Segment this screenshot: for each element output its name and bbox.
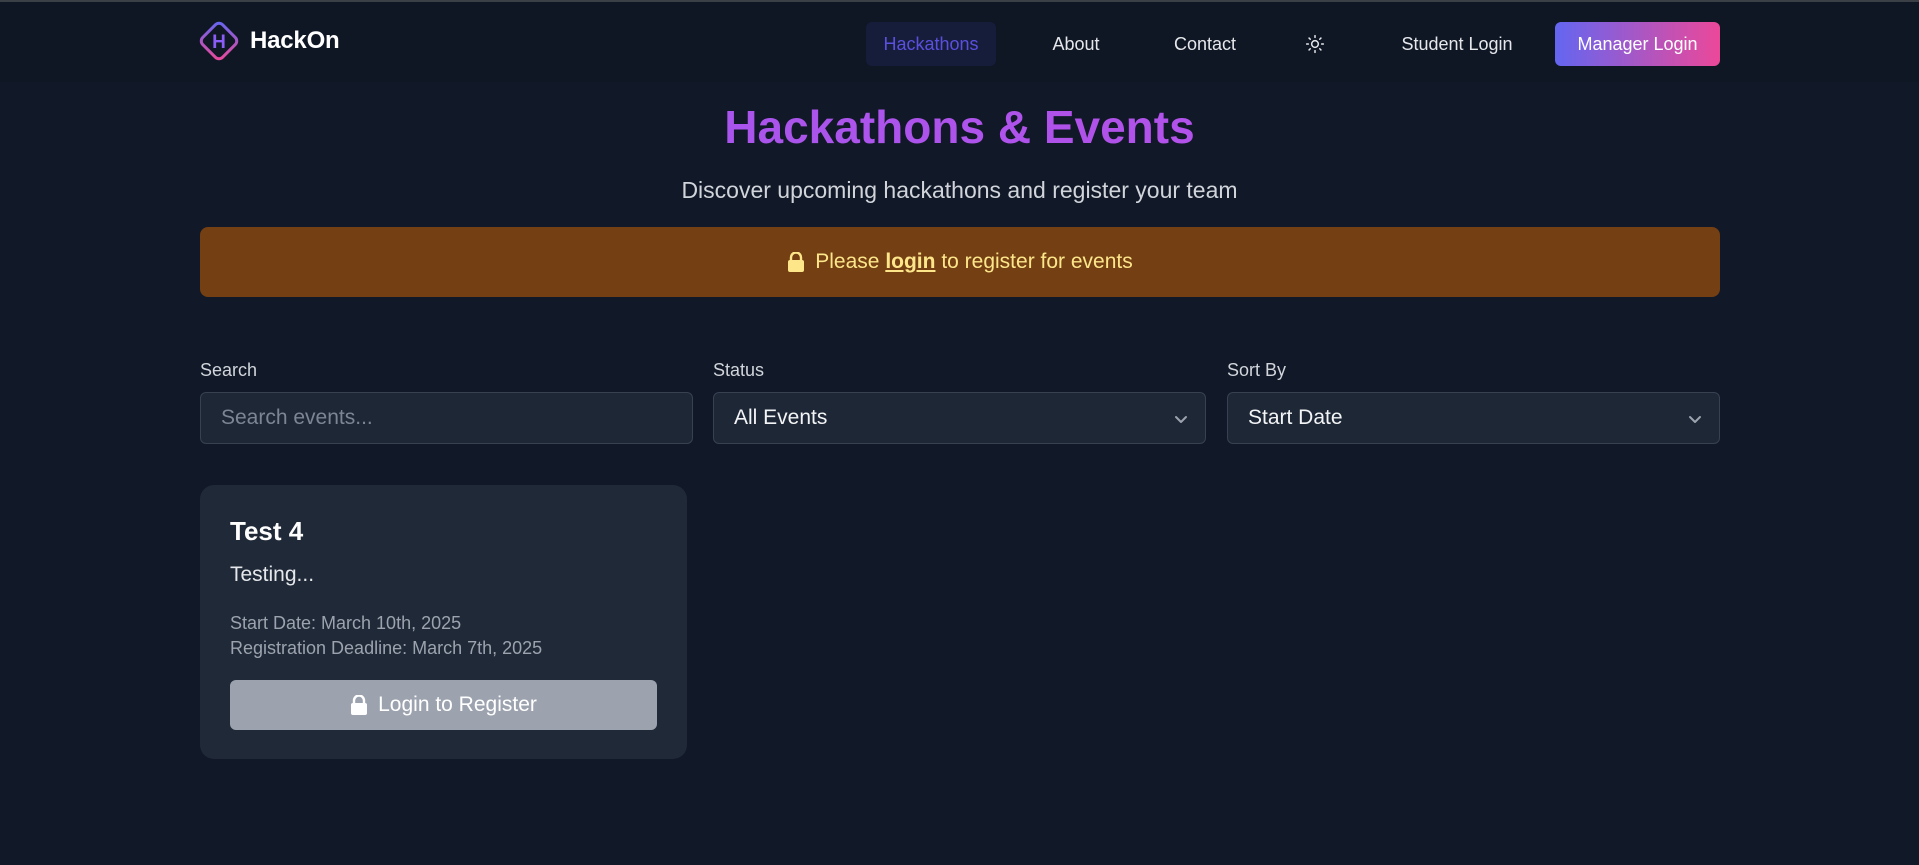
login-alert: Please login to register for events bbox=[200, 227, 1720, 297]
alert-suffix: to register for events bbox=[941, 250, 1133, 273]
event-card: Test 4 Testing... Start Date: March 10th… bbox=[200, 485, 687, 759]
status-select-value: All Events bbox=[734, 406, 828, 429]
page-subtitle: Discover upcoming hackathons and registe… bbox=[681, 177, 1238, 203]
sort-select[interactable]: Start Date bbox=[1227, 392, 1720, 444]
search-label: Search bbox=[200, 360, 258, 380]
search-input[interactable] bbox=[200, 392, 693, 444]
sun-icon bbox=[1305, 34, 1325, 54]
lock-icon bbox=[351, 695, 368, 715]
event-start-date: Start Date: March 10th, 2025 bbox=[230, 613, 462, 633]
alert-login-link[interactable]: login bbox=[885, 250, 935, 273]
nav-hackathons[interactable]: Hackathons bbox=[866, 22, 996, 66]
alert-prefix: Please bbox=[815, 250, 880, 273]
brand-name: HackOn bbox=[250, 27, 340, 54]
nav-contact[interactable]: Contact bbox=[1160, 22, 1250, 66]
chevron-down-icon bbox=[1689, 416, 1701, 423]
theme-toggle-button[interactable] bbox=[1298, 32, 1332, 56]
sort-select-value: Start Date bbox=[1248, 406, 1343, 429]
status-select[interactable]: All Events bbox=[713, 392, 1206, 444]
status-label: Status bbox=[713, 360, 765, 380]
manager-login-button[interactable]: Manager Login bbox=[1555, 22, 1720, 66]
page-title: Hackathons & Events bbox=[0, 97, 1919, 157]
event-description: Testing... bbox=[230, 563, 315, 586]
logo-letter: H bbox=[212, 32, 226, 53]
logo-icon: H bbox=[196, 18, 242, 64]
event-title: Test 4 bbox=[230, 516, 304, 546]
logo[interactable]: H HackOn bbox=[196, 18, 340, 64]
login-to-register-label: Login to Register bbox=[378, 693, 537, 716]
student-login-link[interactable]: Student Login bbox=[1390, 22, 1524, 66]
login-to-register-button[interactable]: Login to Register bbox=[230, 680, 657, 730]
navbar: H HackOn Hackathons About Contact Studen… bbox=[0, 2, 1919, 82]
sort-label: Sort By bbox=[1227, 360, 1287, 380]
event-deadline: Registration Deadline: March 7th, 2025 bbox=[230, 638, 543, 658]
nav-about[interactable]: About bbox=[1036, 22, 1116, 66]
lock-icon bbox=[788, 252, 805, 272]
chevron-down-icon bbox=[1175, 416, 1187, 423]
